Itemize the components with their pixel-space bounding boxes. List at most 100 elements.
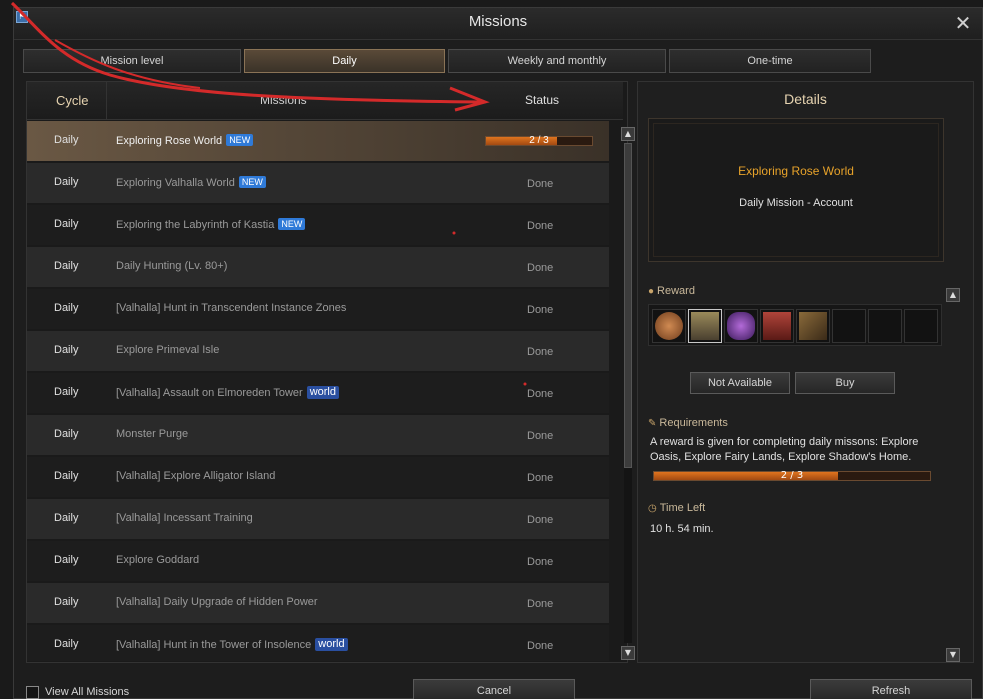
reward-label: ● Reward	[648, 285, 695, 297]
row-mission-name: Explore Goddard	[116, 554, 199, 566]
not-available-button[interactable]: Not Available	[690, 372, 790, 394]
table-row[interactable]: Daily [Valhalla] Explore Alligator Island…	[27, 457, 609, 497]
list-scrollbar[interactable]: ▲ ▼	[621, 127, 635, 667]
row-status: Done	[527, 430, 554, 442]
missions-window: ⚑ Missions ✕ Mission level Daily Weekly …	[13, 7, 983, 699]
row-mission-text: [Valhalla] Explore Alligator Island	[116, 470, 276, 482]
requirements-progress-text: 2 / 3	[780, 470, 804, 481]
tab-daily[interactable]: Daily	[244, 49, 445, 73]
cancel-button[interactable]: Cancel	[413, 679, 575, 699]
row-status: Done	[527, 178, 554, 190]
details-scroll-down-icon[interactable]: ▼	[946, 648, 960, 662]
new-badge: NEW	[238, 176, 266, 188]
title-bar[interactable]: ⚑ Missions ✕	[14, 8, 982, 40]
table-row[interactable]: Daily Explore Primeval Isle Done	[27, 331, 609, 371]
row-mission-name: [Valhalla] Hunt in the Tower of Insolenc…	[116, 638, 348, 651]
window-title: Missions	[468, 13, 528, 30]
row-cycle: Daily	[54, 176, 79, 188]
row-mission-name: [Valhalla] Assault on Elmoreden Tower wor…	[116, 386, 339, 399]
row-status: Done	[527, 220, 554, 232]
row-mission-name: Monster Purge	[116, 428, 188, 440]
mission-rows: Daily Exploring Rose World NEW 2 / 3 Daily Ex…	[27, 121, 609, 661]
time-left-label-text: Time Left	[659, 502, 706, 514]
row-status: Done	[527, 556, 554, 568]
row-status: Done	[527, 598, 554, 610]
row-mission-name: Exploring Valhalla World NEW	[116, 176, 266, 189]
table-row[interactable]: Daily [Valhalla] Hunt in the Tower of Ins…	[27, 625, 609, 661]
row-mission-name: [Valhalla] Daily Upgrade of Hidden Power	[116, 596, 318, 608]
row-cycle: Daily	[54, 638, 79, 650]
header-cycle: Cycle	[56, 93, 89, 108]
reward-label-text: Reward	[657, 285, 695, 297]
row-cycle: Daily	[54, 428, 79, 440]
new-badge: NEW	[226, 134, 254, 146]
header-divider	[106, 82, 107, 120]
scroll-up-icon[interactable]: ▲	[621, 127, 635, 141]
view-all-label[interactable]: View All Missions	[45, 686, 129, 698]
mission-detail-card: Exploring Rose World Daily Mission - Acc…	[648, 118, 944, 262]
time-left-label: ◷ Time Left	[648, 502, 705, 514]
scroll-thumb[interactable]	[624, 143, 632, 468]
table-row[interactable]: Daily [Valhalla] Daily Upgrade of Hidden …	[27, 583, 609, 623]
row-cycle: Daily	[54, 344, 79, 356]
details-scroll-up-icon[interactable]: ▲	[946, 288, 960, 302]
row-status: Done	[527, 346, 554, 358]
row-mission-text: Exploring Valhalla World	[116, 177, 235, 189]
row-mission-name: Daily Hunting (Lv. 80+)	[116, 260, 227, 272]
row-mission-text: [Valhalla] Hunt in the Tower of Insolenc…	[116, 639, 312, 651]
row-mission-name: Exploring Rose World NEW	[116, 134, 254, 147]
row-cycle: Daily	[54, 302, 79, 314]
requirements-label-text: Requirements	[659, 417, 728, 429]
footer: View All Missions Cancel Refresh	[14, 665, 983, 699]
table-row[interactable]: Daily Exploring Rose World NEW 2 / 3	[27, 121, 609, 161]
empty-slot	[868, 309, 902, 343]
table-row[interactable]: Daily Exploring the Labyrinth of Kastia NE…	[27, 205, 609, 245]
row-cycle: Daily	[54, 512, 79, 524]
row-mission-text: Monster Purge	[116, 428, 189, 440]
clock-icon: ◷	[648, 503, 657, 514]
row-mission-name: [Valhalla] Explore Alligator Island	[116, 470, 275, 482]
table-row[interactable]: Daily Explore Goddard Done	[27, 541, 609, 581]
totem-icon[interactable]	[760, 309, 794, 343]
row-status: Done	[527, 640, 554, 652]
tab-one-time[interactable]: One-time	[669, 49, 871, 73]
cauldron-icon[interactable]	[724, 309, 758, 343]
row-status: Done	[527, 262, 554, 274]
world-badge: world	[306, 386, 339, 399]
requirements-text: A reward is given for completing daily m…	[650, 436, 919, 463]
row-mission-text: Exploring the Labyrinth of Kastia	[116, 219, 275, 231]
table-row[interactable]: Daily [Valhalla] Incessant Training Done	[27, 499, 609, 539]
empty-slot	[832, 309, 866, 343]
world-badge: world	[315, 638, 348, 651]
table-row[interactable]: Daily Daily Hunting (Lv. 80+) Done	[27, 247, 609, 287]
table-row[interactable]: Daily [Valhalla] Hunt in Transcendent Ins…	[27, 289, 609, 329]
close-icon[interactable]: ✕	[952, 12, 974, 34]
nut-icon[interactable]	[652, 309, 686, 343]
tab-mission-level[interactable]: Mission level	[23, 49, 241, 73]
scroll-icon[interactable]	[796, 309, 830, 343]
reward-slots	[648, 304, 942, 346]
row-mission-name: Explore Primeval Isle	[116, 344, 219, 356]
mission-title: Exploring Rose World	[738, 164, 854, 178]
buy-button[interactable]: Buy	[795, 372, 895, 394]
row-cycle: Daily	[54, 218, 79, 230]
tab-weekly-monthly[interactable]: Weekly and monthly	[448, 49, 666, 73]
empty-slot	[904, 309, 938, 343]
table-row[interactable]: Daily [Valhalla] Assault on Elmoreden Tow…	[27, 373, 609, 413]
row-cycle: Daily	[54, 134, 79, 146]
row-mission-text: Exploring Rose World	[116, 135, 223, 147]
header-status: Status	[525, 93, 560, 107]
pouch-icon: ●	[648, 286, 655, 297]
details-panel: Details Exploring Rose World Daily Missi…	[637, 81, 974, 663]
scroll-down-icon[interactable]: ▼	[621, 646, 635, 660]
new-badge: NEW	[278, 218, 306, 230]
header-missions: Missions	[260, 93, 307, 107]
row-status: Done	[527, 514, 554, 526]
refresh-button[interactable]: Refresh	[810, 679, 972, 699]
table-row[interactable]: Daily Monster Purge Done	[27, 415, 609, 455]
chest-icon[interactable]	[688, 309, 722, 343]
table-row[interactable]: Daily Exploring Valhalla World NEW Done	[27, 163, 609, 203]
view-all-checkbox[interactable]	[26, 686, 39, 699]
row-cycle: Daily	[54, 596, 79, 608]
mission-subtitle: Daily Mission - Account	[739, 197, 853, 209]
